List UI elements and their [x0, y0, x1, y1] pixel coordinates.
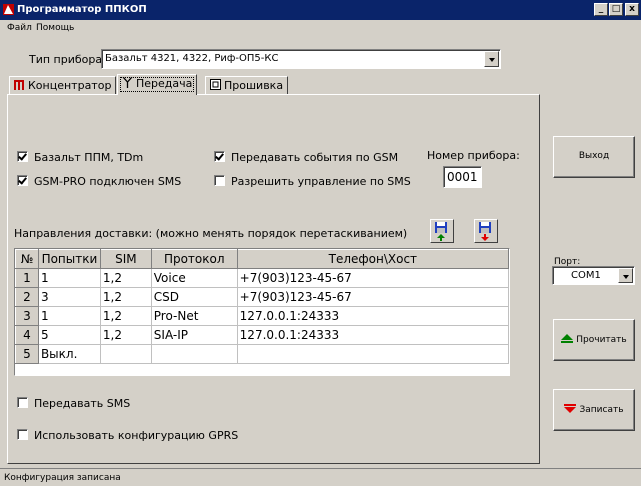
menu-bar: Файл Помощь [0, 20, 641, 36]
checkbox-box[interactable] [214, 175, 225, 186]
floppy-upload-icon [435, 222, 447, 241]
tab-transfer[interactable]: Передача [117, 74, 198, 95]
cell-target[interactable]: 127.0.0.1:24333 [237, 306, 509, 326]
cell-target[interactable] [237, 344, 509, 364]
checkbox-box[interactable] [17, 429, 28, 440]
device-type-label: Тип прибора [29, 53, 103, 66]
column-header-sim[interactable]: SIM [99, 249, 152, 269]
cell-attempts[interactable]: 5 [38, 325, 101, 345]
delivery-label: Направления доставки: (можно менять поря… [14, 227, 408, 240]
status-bar: Конфигурация записана [0, 468, 641, 486]
table-row[interactable]: 1 1 1,2 Voice +7(903)123-45-67 [15, 268, 509, 288]
title-bar[interactable]: Программатор ППКОП _ □ x [0, 0, 641, 20]
cell-attempts[interactable]: 3 [38, 287, 101, 307]
cell-protocol[interactable]: CSD [151, 287, 238, 307]
cell-protocol[interactable]: Voice [151, 268, 238, 288]
cell-target[interactable]: +7(903)123-45-67 [237, 287, 509, 307]
tab-firmware[interactable]: Прошивка [205, 76, 289, 95]
cell-attempts[interactable]: 1 [38, 268, 101, 288]
send-events-gsm-checkbox[interactable]: Передавать события по GSM [214, 151, 398, 164]
table-row[interactable]: 4 5 1,2 SIA-IP 127.0.0.1:24333 [15, 325, 509, 345]
table-header-row: № Попытки SIM Протокол Телефон\Хост [15, 249, 509, 269]
cell-target[interactable]: 127.0.0.1:24333 [237, 325, 509, 345]
load-config-button[interactable] [474, 219, 498, 243]
checkbox-box[interactable] [17, 175, 28, 186]
cell-attempts[interactable]: Выкл. [38, 344, 101, 364]
cell-sim[interactable]: 1,2 [100, 268, 152, 288]
bars-icon [14, 80, 24, 90]
arrow-down-icon [564, 404, 577, 413]
send-sms-checkbox[interactable]: Передавать SMS [17, 397, 130, 410]
status-text: Конфигурация записана [4, 473, 121, 483]
cell-target[interactable]: +7(903)123-45-67 [237, 268, 509, 288]
row-number[interactable]: 4 [15, 325, 39, 345]
chevron-down-icon[interactable] [618, 268, 633, 283]
antenna-icon [122, 77, 133, 88]
row-number[interactable]: 5 [15, 344, 39, 364]
column-header-target[interactable]: Телефон\Хост [236, 249, 509, 269]
device-type-value: Базальт 4321, 4322, Риф-ОП5-КС [105, 53, 279, 64]
column-header-attempts[interactable]: Попытки [37, 249, 101, 269]
maximize-button[interactable]: □ [609, 3, 623, 16]
tab-transfer-label: Передача [136, 77, 193, 90]
tab-firmware-label: Прошивка [224, 79, 284, 92]
menu-help[interactable]: Помощь [36, 23, 74, 33]
write-button[interactable]: Записать [553, 389, 635, 431]
menu-file[interactable]: Файл [7, 23, 32, 33]
tab-concentrator[interactable]: Концентратор [9, 76, 117, 95]
arrow-up-icon [561, 334, 574, 343]
row-number[interactable]: 2 [15, 287, 39, 307]
row-number[interactable]: 3 [15, 306, 39, 326]
allow-sms-control-checkbox[interactable]: Разрешить управление по SMS [214, 175, 411, 188]
checkbox-box[interactable] [214, 151, 225, 162]
gsm-pro-checkbox[interactable]: GSM-PRO подключен SMS [17, 175, 181, 188]
device-number-label: Номер прибора: [427, 149, 520, 162]
table-row[interactable]: 3 1 1,2 Pro-Net 127.0.0.1:24333 [15, 306, 509, 326]
tab-concentrator-label: Концентратор [28, 79, 112, 92]
device-type-select[interactable]: Базальт 4321, 4322, Риф-ОП5-КС [101, 49, 501, 69]
checkbox-box[interactable] [17, 397, 28, 408]
cell-protocol[interactable]: SIA-IP [151, 325, 238, 345]
cell-sim[interactable]: 1,2 [100, 306, 152, 326]
checkbox-box[interactable] [17, 151, 28, 162]
bazalt-ppm-checkbox[interactable]: Базальт ППМ, TDm [17, 151, 143, 164]
save-config-button[interactable] [430, 219, 454, 243]
chip-icon [210, 79, 221, 90]
cell-sim[interactable] [100, 344, 152, 364]
window-title: Программатор ППКОП [17, 4, 147, 15]
cell-protocol[interactable] [151, 344, 238, 364]
chevron-down-icon[interactable] [484, 51, 499, 67]
write-button-label: Записать [579, 405, 624, 415]
app-icon [3, 4, 14, 15]
cell-sim[interactable]: 1,2 [100, 287, 152, 307]
use-gprs-checkbox[interactable]: Использовать конфигурацию GPRS [17, 429, 238, 442]
cell-sim[interactable]: 1,2 [100, 325, 152, 345]
minimize-button[interactable]: _ [594, 3, 608, 16]
cell-attempts[interactable]: 1 [38, 306, 101, 326]
row-number[interactable]: 1 [15, 268, 39, 288]
column-header-protocol[interactable]: Протокол [150, 249, 238, 269]
delivery-table[interactable]: № Попытки SIM Протокол Телефон\Хост 1 1 … [14, 248, 510, 376]
port-select[interactable]: COM1 [552, 266, 635, 285]
close-button[interactable]: x [625, 3, 639, 16]
read-button-label: Прочитать [576, 335, 627, 345]
port-value: COM1 [571, 270, 601, 281]
exit-button[interactable]: Выход [553, 136, 635, 178]
floppy-download-icon [479, 222, 491, 241]
cell-protocol[interactable]: Pro-Net [151, 306, 238, 326]
table-row[interactable]: 5 Выкл. [15, 344, 509, 364]
read-button[interactable]: Прочитать [553, 319, 635, 361]
column-header-num[interactable]: № [15, 249, 39, 269]
device-number-input[interactable]: 0001 [443, 166, 482, 188]
table-row[interactable]: 2 3 1,2 CSD +7(903)123-45-67 [15, 287, 509, 307]
